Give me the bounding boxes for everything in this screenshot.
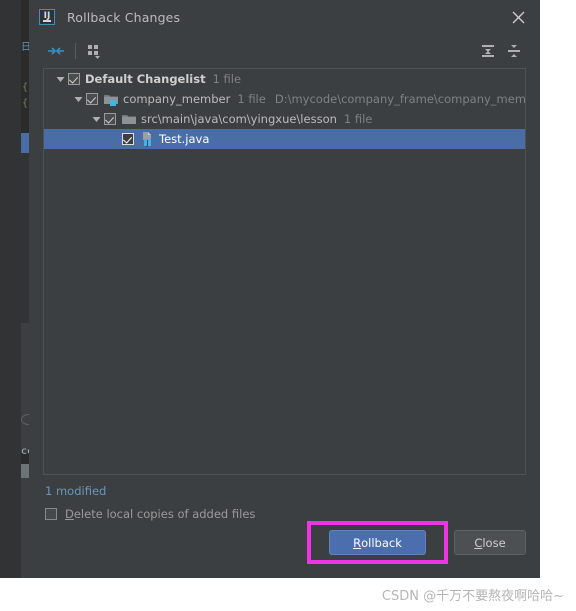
node-label: Test.java — [159, 132, 210, 146]
tree-row[interactable]: src\main\java\com\yingxue\lesson 1 file — [44, 109, 525, 129]
label-rest: ollback — [361, 535, 402, 550]
chevron-down-icon[interactable] — [88, 115, 104, 124]
dialog-title: Rollback Changes — [67, 9, 181, 25]
checkbox-box[interactable] — [45, 508, 57, 520]
chevron-down-icon[interactable] — [52, 75, 68, 84]
status-text: 1 modified — [45, 484, 107, 498]
rollback-changes-dialog: Rollback Changes — [29, 0, 540, 578]
rollback-highlight-annotation: Rollback — [307, 521, 448, 564]
node-checkbox[interactable] — [122, 133, 134, 145]
dialog-titlebar: Rollback Changes — [29, 0, 540, 34]
folder-icon — [121, 111, 137, 127]
tree-row[interactable]: Default Changelist 1 file — [44, 69, 525, 89]
rollback-button[interactable]: Rollback — [329, 530, 426, 555]
node-label: Default Changelist — [85, 72, 206, 86]
changes-tree-panel[interactable]: Default Changelist 1 file company_member… — [43, 68, 526, 475]
node-path: D:\mycode\company_frame\company_member — [274, 92, 526, 106]
java-file-icon: J — [139, 131, 155, 147]
mnemonic-letter: R — [353, 535, 362, 550]
node-label: src\main\java\com\yingxue\lesson — [141, 112, 337, 126]
tree-row[interactable]: company_member 1 file D:\mycode\company_… — [44, 89, 525, 109]
node-file-count: 1 file — [212, 72, 242, 86]
dialog-button-bar: Rollback Close — [29, 521, 540, 578]
node-label: company_member — [123, 92, 231, 106]
label-rest: lose — [482, 535, 506, 550]
delete-local-copies-label: Delete local copies of added files — [65, 507, 255, 521]
mnemonic-letter: C — [474, 535, 483, 550]
node-checkbox[interactable] — [86, 93, 98, 105]
csdn-watermark: CSDN @千万不要熬夜啊哈哈~ — [0, 578, 576, 611]
dialog-toolbar — [29, 34, 540, 68]
mnemonic-letter: D — [65, 507, 74, 521]
toolbar-right-group — [475, 39, 527, 63]
group-by-icon[interactable] — [82, 39, 108, 63]
node-file-count: 1 file — [343, 112, 373, 126]
module-folder-icon — [103, 91, 119, 107]
chevron-down-icon[interactable] — [70, 95, 86, 104]
tree-row[interactable]: J Test.java — [44, 129, 525, 149]
label-rest: elete local copies of added files — [73, 507, 256, 521]
node-checkbox[interactable] — [104, 113, 116, 125]
intellij-idea-icon — [39, 9, 55, 25]
delete-local-copies-checkbox[interactable]: Delete local copies of added files — [45, 507, 540, 521]
node-file-count: 1 file — [237, 92, 266, 106]
ide-editor-gutter — [0, 0, 21, 578]
close-icon[interactable] — [496, 0, 540, 34]
collapse-all-icon[interactable] — [501, 39, 527, 63]
close-button[interactable]: Close — [454, 530, 526, 555]
svg-text:J: J — [145, 139, 148, 147]
toolbar-separator — [75, 43, 76, 59]
move-to-changelist-icon[interactable] — [43, 39, 69, 63]
expand-all-icon[interactable] — [475, 39, 501, 63]
node-checkbox[interactable] — [68, 73, 80, 85]
